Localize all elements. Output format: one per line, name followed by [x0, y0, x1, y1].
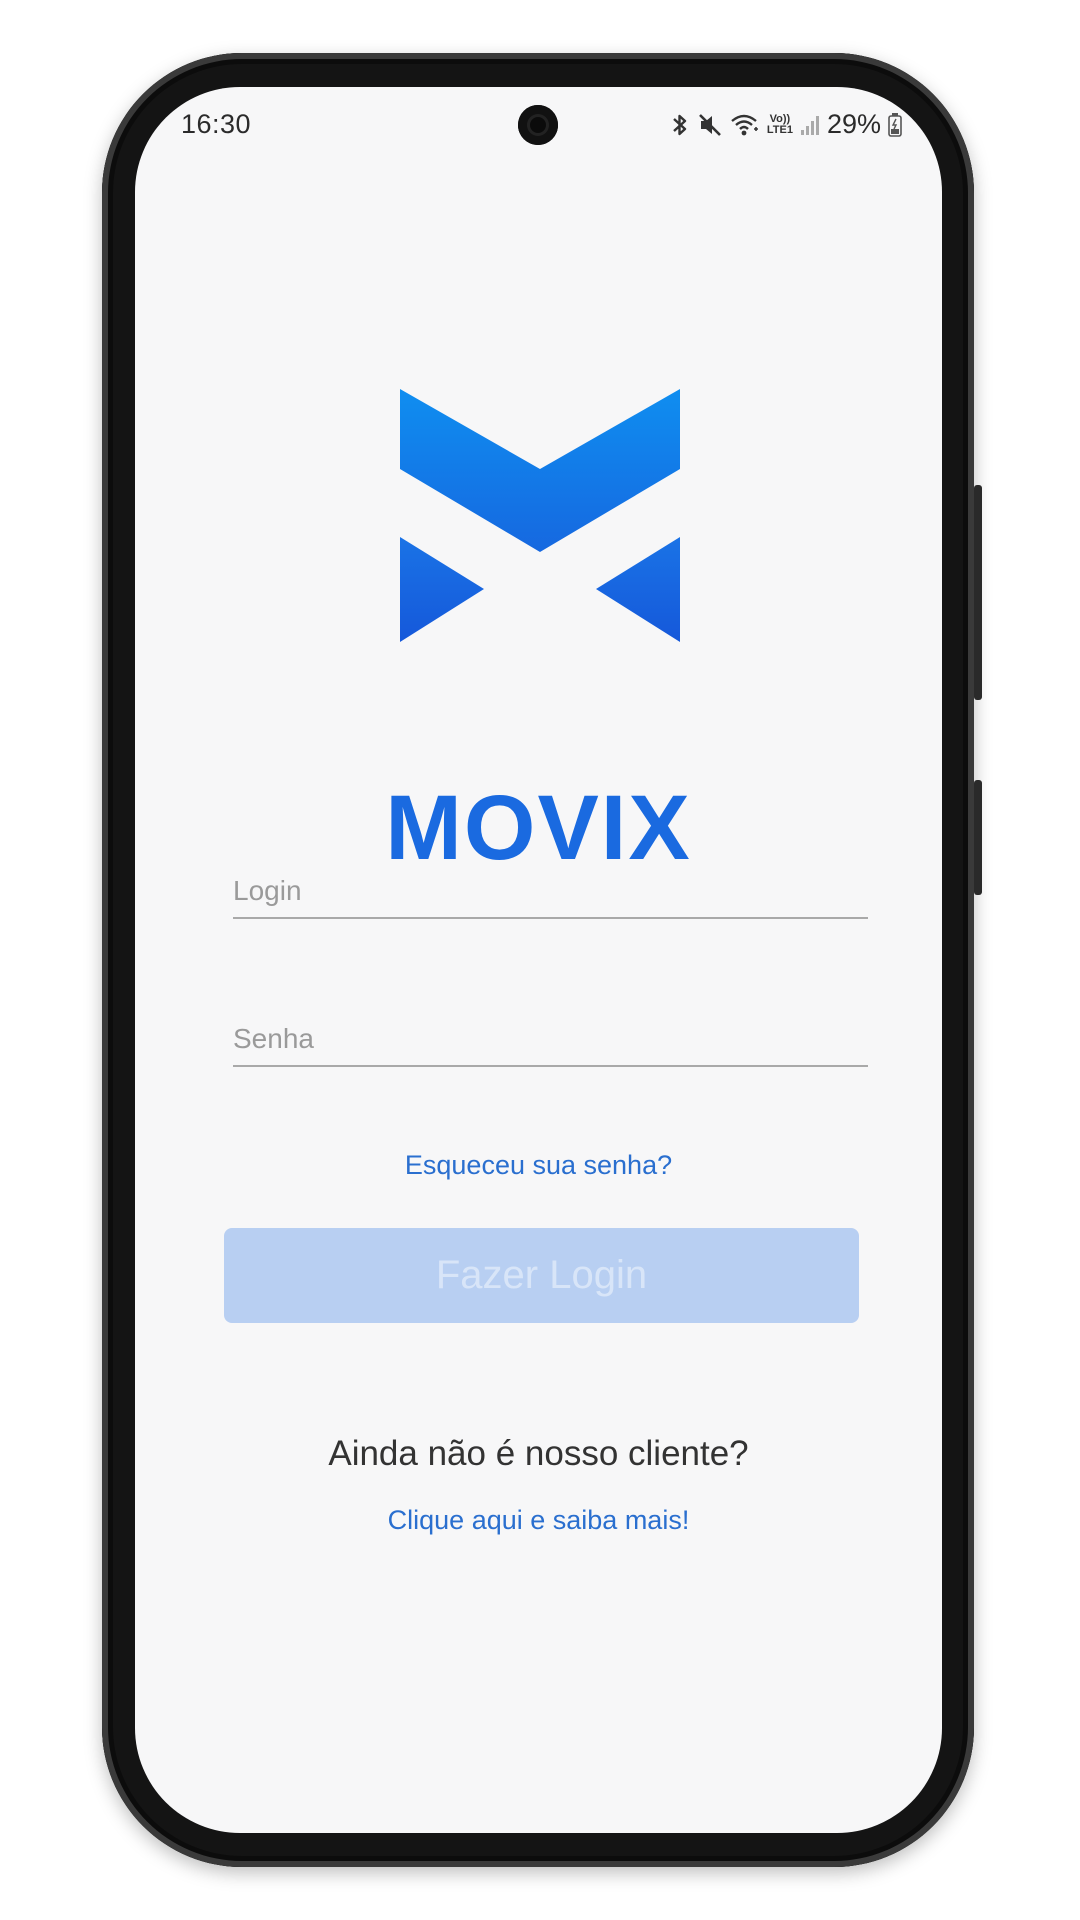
status-bar: 16:30 Vo)) LTE1 29% — [135, 87, 942, 157]
status-icons: Vo)) LTE1 29% — [670, 109, 902, 140]
lte-label: LTE1 — [766, 123, 793, 136]
learn-more-link[interactable]: Clique aqui e saiba mais! — [135, 1505, 942, 1536]
wifi-icon — [730, 113, 760, 137]
movix-logo-icon — [400, 389, 680, 642]
battery-percent: 29% — [826, 109, 881, 139]
lte-indicator: Vo)) LTE1 — [766, 112, 793, 136]
battery-icon — [888, 112, 902, 137]
password-input[interactable] — [233, 1023, 868, 1055]
mute-icon — [697, 112, 723, 138]
volte-label: Vo)) — [769, 112, 791, 125]
app-screen: 16:30 Vo)) LTE1 29% MOVIX Login Esqueceu… — [135, 87, 942, 1833]
not-customer-prompt: Ainda não é nosso cliente? — [328, 1434, 749, 1473]
signal-icon — [800, 114, 820, 136]
bluetooth-icon — [670, 112, 690, 138]
status-time: 16:30 — [181, 109, 252, 139]
forgot-password-link[interactable]: Esqueceu sua senha? — [135, 1150, 942, 1181]
login-button[interactable]: Fazer Login — [224, 1228, 859, 1323]
login-field[interactable] — [233, 847, 868, 919]
front-camera — [518, 105, 558, 145]
login-input[interactable] — [233, 875, 868, 907]
power-button — [974, 780, 982, 895]
volume-button — [974, 485, 982, 700]
page: 16:30 Vo)) LTE1 29% MOVIX Login Esqueceu… — [0, 0, 1080, 1920]
password-field[interactable] — [233, 995, 868, 1067]
